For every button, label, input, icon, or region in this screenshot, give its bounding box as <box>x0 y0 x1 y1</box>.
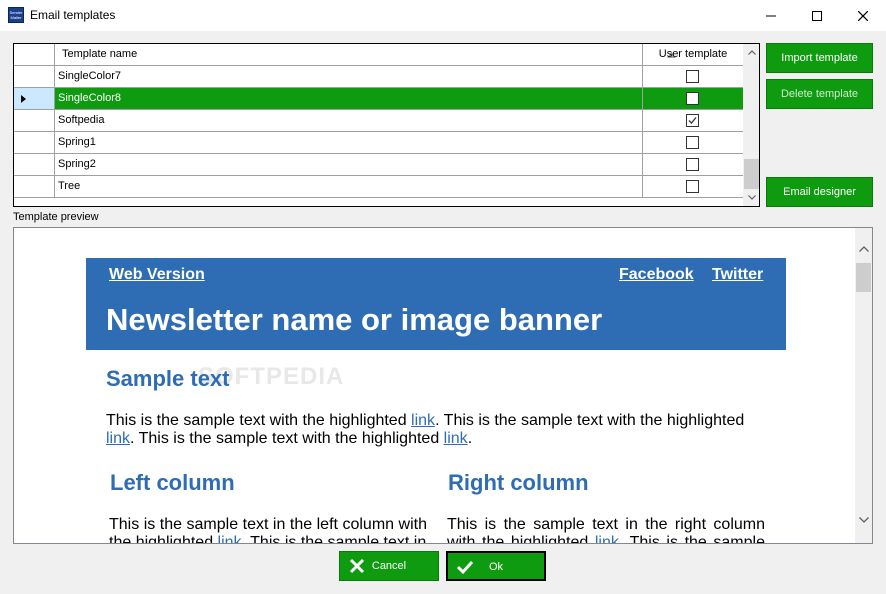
template-preview-pane[interactable]: Web Version Facebook Twitter Newsletter … <box>13 227 873 544</box>
user-template-checkbox-checked[interactable] <box>686 114 699 127</box>
user-template-cell[interactable] <box>643 132 743 153</box>
highlighted-link[interactable]: link <box>444 430 468 447</box>
twitter-link[interactable]: Twitter <box>712 266 763 284</box>
sample-paragraph: This is the sample text with the highlig… <box>106 412 771 448</box>
close-button[interactable] <box>840 0 886 31</box>
user-template-checkbox[interactable] <box>686 92 699 105</box>
scroll-up-button[interactable] <box>743 44 759 61</box>
maximize-button[interactable] <box>794 0 840 31</box>
highlighted-link[interactable]: link <box>218 534 242 543</box>
newsletter-banner-title: Newsletter name or image banner <box>106 302 603 337</box>
close-icon <box>858 10 868 21</box>
template-name-cell[interactable]: Spring1 <box>55 132 643 153</box>
left-column-heading: Left column <box>110 470 235 495</box>
user-template-cell[interactable] <box>643 110 743 131</box>
row-header[interactable] <box>14 132 55 153</box>
current-row-arrow-icon <box>21 95 26 103</box>
chevron-down-icon <box>747 195 756 200</box>
table-row[interactable]: Tree <box>14 176 743 198</box>
scroll-down-button[interactable] <box>855 511 872 528</box>
row-header[interactable] <box>14 88 55 109</box>
grid-body: SingleColor7 SingleColor8 Softpedia Spri… <box>14 66 743 198</box>
cancel-button-label: Cancel <box>371 560 407 572</box>
user-template-checkbox[interactable] <box>686 158 699 171</box>
preview-content: Web Version Facebook Twitter Newsletter … <box>15 229 855 544</box>
table-row-selected[interactable]: SingleColor8 <box>14 88 743 110</box>
table-row[interactable]: Softpedia <box>14 110 743 132</box>
paragraph-text: . This is the sample text in <box>241 534 427 544</box>
row-header-corner <box>14 44 55 65</box>
import-template-button[interactable]: Import template <box>766 43 873 73</box>
grid-scrollbar[interactable] <box>743 44 759 206</box>
title-bar: Sender Mailer Email templates <box>0 0 886 31</box>
user-template-cell[interactable] <box>643 88 743 109</box>
checkmark-icon <box>688 117 697 124</box>
row-header[interactable] <box>14 154 55 175</box>
paragraph-text: . This is the sample text with the highl… <box>435 412 745 429</box>
sample-text-heading: Sample text <box>106 366 230 391</box>
column-header-label: Template name <box>62 48 138 60</box>
templates-grid[interactable]: Template name User template SingleColor7… <box>13 43 760 207</box>
right-column-heading: Right column <box>448 470 589 495</box>
table-row[interactable]: Spring1 <box>14 132 743 154</box>
row-header[interactable] <box>14 66 55 87</box>
minimize-icon <box>766 15 776 16</box>
user-template-cell[interactable] <box>643 66 743 87</box>
template-name-cell[interactable]: SingleColor8 <box>55 88 643 109</box>
right-column-paragraph: This is the sample text in the right col… <box>447 516 765 543</box>
highlighted-link[interactable]: link <box>106 430 130 447</box>
chevron-up-icon <box>858 245 869 252</box>
scroll-thumb[interactable] <box>856 263 871 292</box>
ok-button-label: Ok <box>488 561 504 573</box>
template-preview-label: Template preview <box>13 211 99 223</box>
template-name-cell[interactable]: Spring2 <box>55 154 643 175</box>
email-templates-window: Sender Mailer Email templates Template n… <box>0 0 886 594</box>
newsletter-header: Web Version Facebook Twitter Newsletter … <box>86 258 786 350</box>
scroll-down-button[interactable] <box>743 189 759 206</box>
maximize-icon <box>812 10 822 21</box>
highlighted-link[interactable]: link <box>411 412 435 429</box>
chevron-down-icon <box>858 516 869 523</box>
web-version-link[interactable]: Web Version <box>109 266 205 284</box>
highlighted-link[interactable]: link <box>595 534 619 543</box>
cancel-button[interactable]: Cancel <box>339 551 439 581</box>
row-header[interactable] <box>14 110 55 131</box>
column-header-template-name[interactable]: Template name <box>55 44 676 65</box>
left-column-paragraph: This is the sample text in the left colu… <box>109 516 427 544</box>
app-icon: Sender Mailer <box>8 7 24 23</box>
template-name-cell[interactable]: Tree <box>55 176 643 197</box>
table-row[interactable]: SingleColor7 <box>14 66 743 88</box>
paragraph-text: . This is the sample text with the highl… <box>130 430 444 447</box>
template-name-cell[interactable]: SingleColor7 <box>55 66 643 87</box>
delete-template-button[interactable]: Delete template <box>766 79 873 109</box>
row-header[interactable] <box>14 176 55 197</box>
grid-header: Template name User template <box>14 44 743 66</box>
column-header-user-template[interactable]: User template <box>643 44 743 65</box>
user-template-cell[interactable] <box>643 154 743 175</box>
user-template-checkbox[interactable] <box>686 70 699 83</box>
user-template-cell[interactable] <box>643 176 743 197</box>
scroll-thumb[interactable] <box>744 159 759 189</box>
user-template-checkbox[interactable] <box>686 136 699 149</box>
template-name-cell[interactable]: Softpedia <box>55 110 643 131</box>
minimize-button[interactable] <box>748 0 794 31</box>
paragraph-text: . <box>467 430 473 447</box>
email-designer-button[interactable]: Email designer <box>766 177 873 207</box>
window-title: Email templates <box>30 8 116 22</box>
facebook-link[interactable]: Facebook <box>619 266 694 284</box>
ok-button[interactable]: Ok <box>446 551 546 581</box>
table-row[interactable]: Spring2 <box>14 154 743 176</box>
preview-scrollbar[interactable] <box>855 228 872 543</box>
chevron-up-icon <box>747 50 756 55</box>
paragraph-text: This is the sample text with the highlig… <box>106 412 412 429</box>
user-template-checkbox[interactable] <box>686 180 699 193</box>
scroll-up-button[interactable] <box>855 240 872 257</box>
